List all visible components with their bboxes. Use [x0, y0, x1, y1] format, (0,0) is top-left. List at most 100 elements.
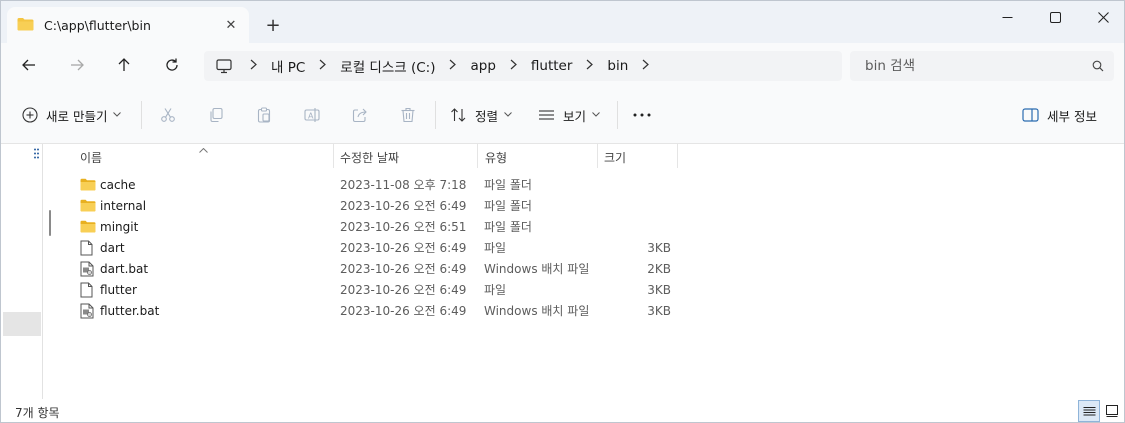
file-modified-date: 2023-11-08 오후 7:18 — [340, 178, 467, 192]
nav-scrollbar-thumb[interactable] — [49, 210, 51, 236]
column-divider[interactable] — [597, 144, 598, 168]
file-row[interactable]: flutter 2023-10-26 오전 6:49 파일 3KB — [73, 279, 693, 300]
view-button[interactable]: 보기 — [538, 101, 600, 129]
folder-icon — [80, 220, 96, 236]
maximize-icon — [1049, 11, 1061, 23]
chevron-right-icon[interactable] — [319, 59, 327, 73]
chevron-right-icon[interactable] — [642, 59, 650, 73]
column-header-type[interactable]: 유형 — [485, 145, 507, 169]
chevron-right-icon[interactable] — [510, 59, 517, 73]
large-icons-view-button[interactable] — [1101, 400, 1123, 422]
breadcrumb-flutter[interactable]: flutter — [531, 58, 573, 74]
column-divider[interactable] — [677, 144, 678, 168]
arrow-left-icon — [22, 59, 35, 71]
file-name: dart — [100, 240, 125, 255]
sort-button[interactable]: 정렬 — [450, 101, 512, 129]
command-bar: 새로 만들기 A 정렬 보기 세부 정보 — [1, 87, 1124, 144]
file-row[interactable]: dart 2023-10-26 오전 6:49 파일 3KB — [73, 237, 693, 258]
file-size: 2KB — [647, 261, 671, 276]
file-name: mingit — [100, 219, 139, 234]
column-header-size[interactable]: 크기 — [604, 145, 626, 169]
refresh-icon — [166, 58, 178, 71]
drag-handle-icon[interactable] — [34, 148, 39, 162]
new-tab-button[interactable]: + — [259, 11, 287, 39]
nav-selected-item[interactable] — [3, 312, 41, 336]
close-window-button[interactable] — [1079, 1, 1124, 33]
file-type: 파일 폴더 — [484, 220, 532, 234]
share-button[interactable] — [346, 101, 374, 129]
copy-button[interactable] — [202, 101, 230, 129]
breadcrumb-app[interactable]: app — [470, 58, 495, 74]
sort-icon — [450, 107, 467, 123]
minimize-button[interactable] — [983, 1, 1031, 33]
file-row[interactable]: flutter.bat 2023-10-26 오전 6:49 Windows 배치 … — [73, 300, 693, 321]
refresh-button[interactable] — [156, 51, 188, 79]
batch-file-icon — [80, 303, 94, 322]
up-button[interactable] — [108, 51, 140, 79]
back-button[interactable] — [13, 51, 45, 79]
column-divider[interactable] — [333, 144, 334, 168]
chevron-right-icon[interactable] — [250, 59, 257, 73]
column-header-modified[interactable]: 수정한 날짜 — [340, 145, 399, 169]
file-modified-date: 2023-10-26 오전 6:49 — [340, 283, 467, 297]
share-icon — [352, 108, 367, 123]
delete-button[interactable] — [394, 101, 422, 129]
more-icon — [633, 113, 651, 117]
breadcrumb-local-disk[interactable]: 로컬 디스크 (C:) — [340, 56, 435, 76]
file-type: 파일 — [484, 283, 507, 297]
computer-icon — [216, 58, 232, 74]
file-modified-date: 2023-10-26 오전 6:49 — [340, 262, 467, 276]
chevron-right-icon[interactable] — [586, 59, 594, 73]
file-name: flutter — [100, 282, 137, 297]
address-row: 내 PC 로컬 디스크 (C:) app flutter bin — [1, 43, 1124, 87]
paste-button[interactable] — [250, 101, 278, 129]
file-name: internal — [100, 198, 147, 213]
file-row[interactable]: internal 2023-10-26 오전 6:49 파일 폴더 — [73, 195, 693, 216]
trash-icon — [401, 107, 415, 123]
arrow-right-icon — [71, 59, 84, 71]
rename-button[interactable]: A — [298, 101, 326, 129]
new-button[interactable]: 새로 만들기 — [22, 101, 122, 129]
maximize-button[interactable] — [1031, 1, 1079, 33]
file-row[interactable]: dart.bat 2023-10-26 오전 6:49 Windows 배치 파일 2… — [73, 258, 693, 279]
navigation-pane — [1, 144, 43, 399]
svg-text:A: A — [308, 112, 314, 121]
address-bar[interactable]: 내 PC 로컬 디스크 (C:) app flutter bin — [204, 51, 842, 81]
folder-icon — [80, 178, 96, 194]
file-modified-date: 2023-10-26 오전 6:49 — [340, 241, 467, 255]
file-row[interactable]: mingit 2023-10-26 오전 6:51 파일 폴더 — [73, 216, 693, 237]
details-view-icon — [1083, 406, 1095, 415]
file-type: Windows 배치 파일 — [484, 304, 590, 318]
tab-title: C:\app\flutter\bin — [44, 17, 151, 33]
file-type: Windows 배치 파일 — [484, 262, 590, 276]
forward-button[interactable] — [61, 51, 93, 79]
breadcrumb-bin[interactable]: bin — [607, 58, 628, 74]
cut-button[interactable] — [154, 101, 182, 129]
tab-close-icon[interactable]: ✕ — [217, 11, 245, 39]
search-input[interactable] — [865, 58, 1092, 74]
file-size: 3KB — [647, 282, 671, 297]
chevron-down-icon — [504, 110, 512, 120]
file-name: cache — [100, 177, 136, 192]
status-bar: 7개 항목 — [1, 399, 1124, 422]
file-modified-date: 2023-10-26 오전 6:49 — [340, 199, 467, 213]
details-view-button[interactable] — [1078, 400, 1100, 422]
tiles-view-icon — [1106, 405, 1118, 417]
file-size: 3KB — [647, 303, 671, 318]
file-type: 파일 — [484, 241, 507, 255]
file-icon — [80, 282, 93, 301]
view-label: 보기 — [563, 108, 587, 124]
column-divider[interactable] — [477, 144, 478, 168]
rename-icon: A — [304, 108, 320, 122]
column-header-name[interactable]: 이름 — [80, 145, 102, 169]
toolbar-divider — [435, 101, 436, 129]
chevron-right-icon[interactable] — [449, 59, 457, 73]
more-options-button[interactable] — [628, 101, 656, 129]
breadcrumb-my-pc[interactable]: 내 PC — [271, 56, 305, 76]
details-pane-button[interactable]: 세부 정보 — [1022, 101, 1097, 129]
search-box[interactable] — [850, 51, 1114, 81]
chevron-down-icon — [113, 110, 122, 120]
file-row[interactable]: cache 2023-11-08 오후 7:18 파일 폴더 — [73, 174, 693, 195]
tab-current-folder[interactable]: C:\app\flutter\bin ✕ — [7, 7, 249, 43]
search-icon[interactable] — [1092, 60, 1104, 72]
